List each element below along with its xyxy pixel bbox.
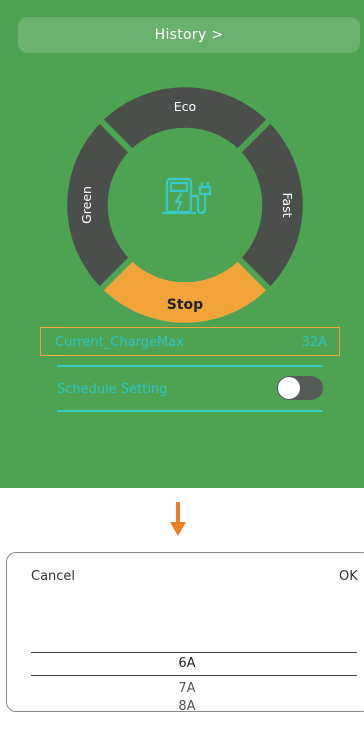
picker-option[interactable]: 8A	[7, 699, 364, 714]
mode-dial: Eco Fast Green Stop	[67, 87, 303, 323]
history-button[interactable]: History >	[18, 17, 360, 53]
selection-bottom-line	[31, 675, 357, 676]
ok-button[interactable]: OK	[339, 569, 358, 584]
green-label: Green	[79, 186, 94, 224]
green-segment[interactable]	[67, 121, 131, 289]
schedule-setting-label: Schedule Setting	[57, 382, 168, 397]
eco-label: Eco	[174, 99, 196, 114]
divider	[57, 365, 323, 367]
current-charge-max-value: 32A	[301, 335, 327, 350]
charger-panel: History > Eco Fast Green Stop Current_Ch…	[0, 0, 364, 488]
arrow-down-icon	[170, 502, 186, 536]
schedule-toggle[interactable]	[277, 376, 323, 400]
stop-button[interactable]	[101, 259, 269, 323]
picker-option[interactable]: 7A	[7, 681, 364, 696]
stop-label: Stop	[167, 297, 203, 313]
current-picker-dialog: Cancel OK 6A 7A 8A	[6, 552, 364, 714]
current-charge-max-label: Current_ChargeMax	[55, 335, 184, 350]
selection-top-line	[31, 652, 357, 653]
segment-gaps	[93, 113, 277, 297]
divider	[57, 410, 323, 412]
history-label: History >	[154, 27, 224, 43]
toggle-knob	[278, 377, 300, 399]
fast-label: Fast	[280, 192, 295, 217]
ev-charger-icon	[161, 177, 212, 215]
cancel-button[interactable]: Cancel	[31, 569, 75, 584]
eco-segment[interactable]	[101, 87, 269, 151]
current-charge-max-row[interactable]: Current_ChargeMax 32A	[40, 327, 340, 356]
picker-option-selected[interactable]: 6A	[7, 656, 364, 671]
